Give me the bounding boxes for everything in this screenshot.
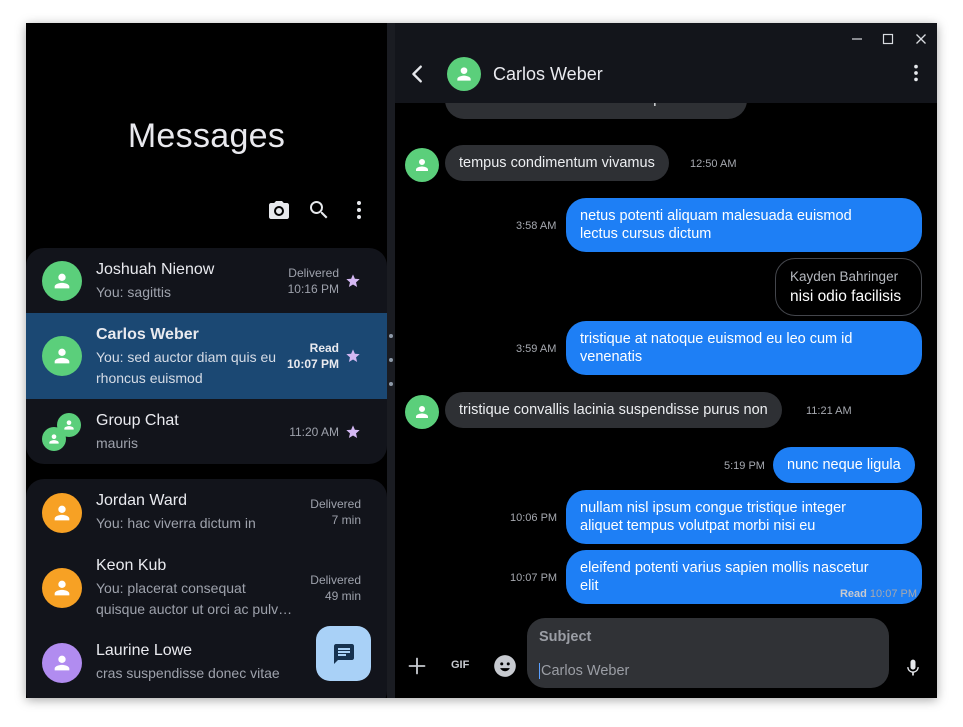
message-status: Delivered 10:16 PM bbox=[287, 266, 339, 296]
contact-name: Keon Kub bbox=[96, 557, 167, 574]
conversation-item-selected[interactable]: Carlos Weber You: sed auctor diam quis e… bbox=[26, 313, 387, 399]
search-icon[interactable] bbox=[307, 198, 331, 222]
arrow-back-icon[interactable] bbox=[407, 63, 429, 85]
maximize-icon[interactable] bbox=[880, 31, 896, 47]
more-vert-icon[interactable] bbox=[347, 198, 371, 222]
avatar bbox=[42, 568, 82, 608]
message-time: 10:07 PM bbox=[510, 572, 558, 584]
divider-handle-dot bbox=[389, 358, 393, 362]
person-icon bbox=[54, 655, 70, 671]
conversation-list-pane: Messages Joshuah Nienow You: sagittis De… bbox=[26, 23, 387, 698]
more-vert-icon[interactable] bbox=[905, 62, 927, 84]
message-snippet: cras suspendisse donec vitae bbox=[96, 665, 280, 681]
group-avatar bbox=[42, 427, 66, 451]
person-icon bbox=[54, 505, 70, 521]
incoming-message[interactable]: tristique convallis lacinia suspendisse … bbox=[445, 392, 782, 428]
app-window: Messages Joshuah Nienow You: sagittis De… bbox=[26, 23, 937, 698]
conversation-item[interactable]: Keon Kub You: placerat consequat quisque… bbox=[26, 544, 387, 629]
incoming-message[interactable]: molestie nec bibendum mollis praesent es… bbox=[445, 103, 748, 119]
outgoing-message[interactable]: nullam nisl ipsum congue tristique integ… bbox=[566, 490, 922, 544]
incoming-message[interactable]: tempus condimentum vivamus bbox=[445, 145, 669, 181]
message-time: 3:58 AM bbox=[516, 220, 557, 232]
outgoing-message[interactable]: netus potenti aliquam malesuada euismod … bbox=[566, 198, 922, 252]
message-time: 10:06 PM bbox=[510, 512, 558, 524]
message-input[interactable]: Carlos Weber bbox=[539, 663, 629, 679]
person-icon bbox=[54, 348, 70, 364]
group-message[interactable]: Kayden Bahringer nisi odio facilisis bbox=[775, 258, 922, 316]
star-icon[interactable] bbox=[345, 273, 361, 289]
message-snippet: You: sagittis bbox=[96, 284, 171, 300]
pinned-conversations-card: Joshuah Nienow You: sagittis Delivered 1… bbox=[26, 248, 387, 464]
person-icon bbox=[416, 159, 428, 171]
avatar bbox=[42, 493, 82, 533]
contact-name: Jordan Ward bbox=[96, 492, 187, 509]
message-icon bbox=[333, 643, 354, 664]
person-icon bbox=[416, 406, 428, 418]
read-receipt: Read 10:07 PM bbox=[839, 588, 917, 600]
star-icon[interactable] bbox=[345, 424, 361, 440]
message-time: 11:21 AM bbox=[806, 405, 852, 417]
avatar bbox=[405, 395, 439, 429]
person-icon bbox=[54, 580, 70, 596]
star-icon[interactable] bbox=[345, 348, 361, 364]
person-icon bbox=[49, 434, 59, 444]
person-icon bbox=[54, 273, 70, 289]
sender-name: Kayden Bahringer bbox=[790, 269, 899, 284]
person-icon bbox=[64, 420, 74, 430]
message-thread: molestie nec bibendum mollis praesent es… bbox=[395, 103, 937, 618]
contact-name: Laurine Lowe bbox=[96, 642, 193, 659]
minimize-icon[interactable] bbox=[849, 31, 865, 47]
compose-box[interactable]: Subject Carlos Weber bbox=[527, 618, 889, 688]
contact-name: Group Chat bbox=[96, 412, 179, 429]
emoji-icon[interactable] bbox=[492, 653, 518, 679]
message-status: Delivered 7 min bbox=[310, 497, 361, 527]
outgoing-message[interactable]: nunc neque ligula bbox=[773, 447, 915, 483]
message-snippet: You: sed auctor diam quis eu rhoncus eui… bbox=[96, 349, 277, 386]
outgoing-message[interactable]: tristique at natoque euismod eu leo cum … bbox=[566, 321, 922, 375]
close-icon[interactable] bbox=[913, 31, 929, 47]
message-time: 12:50 AM bbox=[690, 158, 737, 170]
camera-icon[interactable] bbox=[267, 198, 291, 222]
message-snippet: You: placerat consequat quisque auctor u… bbox=[96, 580, 293, 617]
mic-icon[interactable] bbox=[903, 658, 923, 678]
divider-handle-dot bbox=[389, 334, 393, 338]
message-snippet: You: hac viverra dictum in bbox=[96, 515, 256, 531]
avatar bbox=[42, 261, 82, 301]
conversation-item[interactable]: Group Chat mauris 11:20 AM bbox=[26, 399, 387, 464]
gif-icon[interactable]: GIF bbox=[451, 659, 469, 671]
avatar bbox=[42, 336, 82, 376]
conversation-pane: Carlos Weber molestie nec bibendum molli… bbox=[395, 23, 937, 698]
message-snippet: mauris bbox=[96, 435, 139, 451]
message-time: 5:19 PM bbox=[724, 460, 765, 472]
contact-name: Joshuah Nienow bbox=[96, 261, 215, 278]
message-status: Read 10:07 PM bbox=[286, 341, 339, 371]
conversation-item[interactable]: Jordan Ward You: hac viverra dictum in D… bbox=[26, 479, 387, 544]
page-title: Messages bbox=[127, 117, 286, 155]
message-time: 11:20 AM bbox=[289, 425, 339, 439]
subject-field[interactable]: Subject bbox=[539, 629, 591, 645]
person-icon bbox=[457, 67, 471, 81]
conversation-title: Carlos Weber bbox=[493, 64, 603, 84]
avatar bbox=[42, 643, 82, 683]
divider-handle-dot bbox=[389, 382, 393, 386]
conversation-header: Carlos Weber bbox=[395, 23, 937, 103]
message-time: 3:59 AM bbox=[516, 343, 557, 355]
message-status: Delivered 49 min bbox=[310, 573, 361, 603]
conversation-item[interactable]: Joshuah Nienow You: sagittis Delivered 1… bbox=[26, 248, 387, 313]
new-conversation-button[interactable] bbox=[316, 626, 371, 681]
add-icon[interactable] bbox=[407, 656, 427, 676]
avatar bbox=[405, 148, 439, 182]
contact-name: Carlos Weber bbox=[96, 326, 199, 343]
avatar[interactable] bbox=[447, 57, 481, 91]
